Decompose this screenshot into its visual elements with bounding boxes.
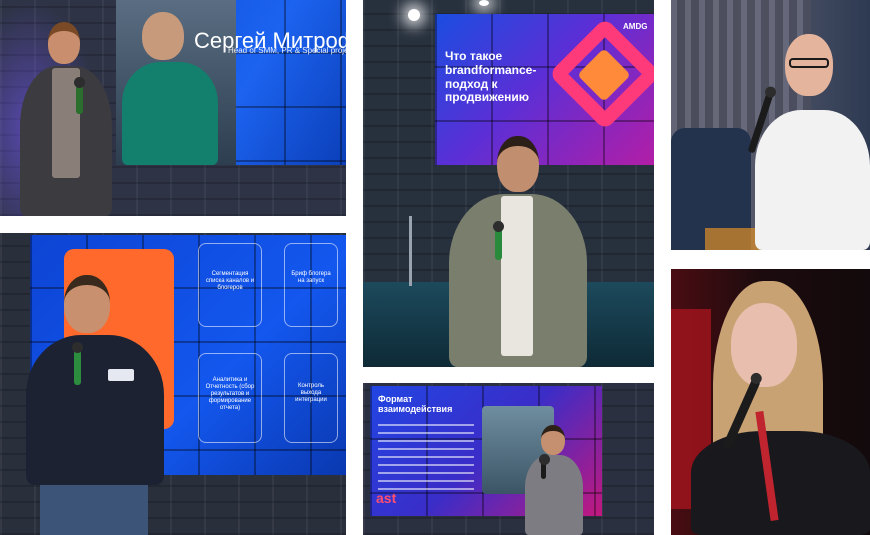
- stage-light: [479, 0, 489, 6]
- jeans: [40, 485, 148, 535]
- mic-stand: [409, 216, 412, 286]
- flow-box-1-text: Сегментация списка каналов и блогеров: [205, 271, 255, 291]
- speaker-woman-white-jacket: [747, 26, 870, 250]
- photo-woman-microphone: [671, 0, 870, 250]
- flow-box-3-text: Аналитика и Отчетность (сбор результатов…: [205, 377, 255, 411]
- stage-light: [408, 9, 420, 21]
- glasses: [789, 58, 829, 68]
- speaker-woman-blonde: [691, 281, 870, 535]
- photo-speaker-brandformance: Что такое brandformance-подход к продвиж…: [363, 0, 654, 367]
- slide-logo-text: ast: [376, 490, 397, 506]
- speaker-man-jacket: [20, 22, 130, 216]
- slide-title-text: Формат взаимодействия: [378, 394, 453, 415]
- flow-box-4-text: Контроль выхода интеграции: [295, 383, 327, 403]
- flow-box-2-text: Бриф блогера на запуск: [291, 271, 331, 284]
- name-badge: [108, 369, 134, 381]
- photo-speaker-screen-name: Сергей Митрофа Head of SMM, PR & Special…: [0, 0, 346, 216]
- speaker-man-polo: [20, 275, 170, 535]
- photo-woman-blonde-microphone: [671, 269, 870, 535]
- speaker-man-gray-tshirt: [523, 425, 585, 535]
- flow-box-2: [284, 243, 338, 327]
- slide-title-text: Что такое brandformance-подход к продвиж…: [445, 49, 537, 105]
- photo-speaker-process-slide: Сегментация списка каналов и блогеров Бр…: [0, 233, 346, 535]
- slide-logo-text: AMDG: [623, 22, 648, 31]
- screen-photo-man: [116, 0, 236, 165]
- slide-text-lines: [378, 424, 474, 494]
- photo-speaker-format-slide: Формат взаимодействия ast: [363, 383, 654, 535]
- slide-role-text: Head of SMM, PR & Special projects: [228, 46, 346, 55]
- speaker-man-khaki-jacket: [449, 136, 589, 367]
- led-screen: Сергей Митрофа Head of SMM, PR & Special…: [116, 0, 346, 165]
